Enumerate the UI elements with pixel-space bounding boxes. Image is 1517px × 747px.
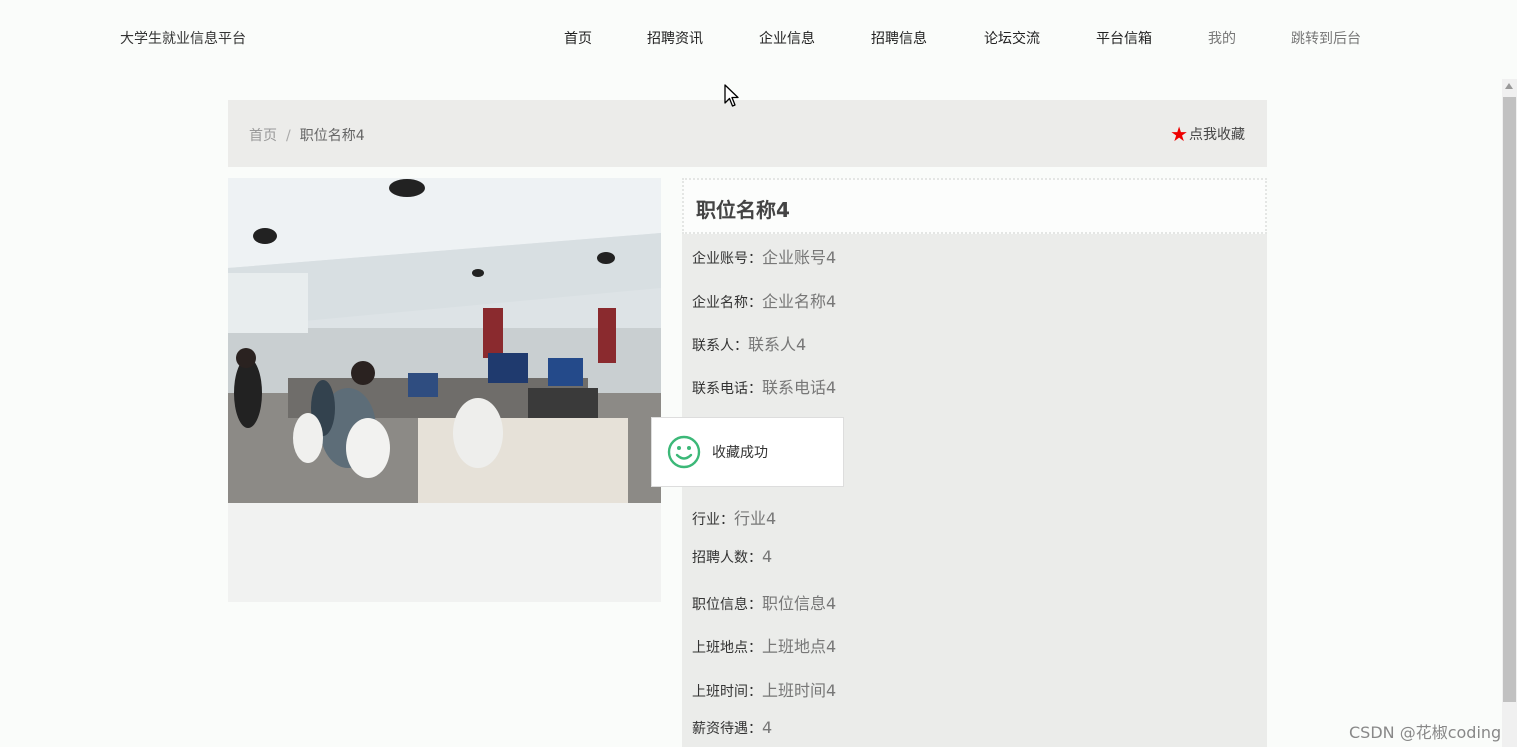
- field-contact: 联系人：联系人4: [692, 331, 806, 355]
- field-phone: 联系电话：联系电话4: [692, 374, 836, 398]
- nav-job-info[interactable]: 招聘信息: [871, 28, 927, 48]
- breadcrumb-home[interactable]: 首页: [249, 128, 277, 144]
- field-job-info: 职位信息：职位信息4: [692, 590, 836, 614]
- field-value: 联系人4: [748, 335, 807, 354]
- field-label: 薪资待遇：: [692, 721, 762, 737]
- nav-forum[interactable]: 论坛交流: [984, 28, 1040, 48]
- photo-panel: [228, 178, 661, 602]
- toast-message: 收藏成功: [651, 417, 844, 487]
- smile-icon: [667, 435, 701, 469]
- field-label: 职位信息：: [692, 597, 762, 613]
- favorite-label: 点我收藏: [1189, 127, 1245, 143]
- field-value: 4: [762, 547, 773, 566]
- breadcrumb: 首页 / 职位名称4: [249, 125, 365, 145]
- field-label: 联系人：: [692, 338, 748, 354]
- field-label: 企业账号：: [692, 251, 762, 267]
- field-label: 行业：: [692, 512, 734, 528]
- field-value: 4: [762, 718, 773, 737]
- field-label: 企业名称：: [692, 295, 762, 311]
- nav-mailbox[interactable]: 平台信箱: [1096, 28, 1152, 48]
- field-work-time: 上班时间：上班时间4: [692, 677, 836, 701]
- nav-recruit-news[interactable]: 招聘资讯: [647, 28, 703, 48]
- field-label: 上班地点：: [692, 640, 762, 656]
- toast-text: 收藏成功: [712, 445, 768, 461]
- watermark: CSDN @花椒coding: [1349, 723, 1502, 742]
- field-value: 企业名称4: [762, 292, 837, 311]
- nav-home[interactable]: 首页: [564, 28, 592, 48]
- nav-company-info[interactable]: 企业信息: [759, 28, 815, 48]
- breadcrumb-bar: 首页 / 职位名称4 ★ 点我收藏: [228, 100, 1267, 167]
- scroll-up-arrow-icon[interactable]: [1505, 83, 1513, 89]
- field-label: 招聘人数：: [692, 550, 762, 566]
- field-label: 联系电话：: [692, 381, 762, 397]
- breadcrumb-separator: /: [286, 128, 291, 144]
- field-industry: 行业：行业4: [692, 505, 776, 529]
- field-company-name: 企业名称：企业名称4: [692, 288, 836, 312]
- top-nav: 首页 招聘资讯 企业信息 招聘信息 论坛交流 平台信箱 我的 跳转到后台: [0, 28, 1517, 48]
- star-icon: ★: [1170, 122, 1188, 146]
- mouse-cursor-icon: [724, 84, 739, 107]
- field-value: 行业4: [734, 509, 777, 528]
- favorite-button[interactable]: ★ 点我收藏: [1170, 124, 1245, 144]
- field-value: 上班时间4: [762, 681, 837, 700]
- field-label: 上班时间：: [692, 684, 762, 700]
- field-company-account: 企业账号：企业账号4: [692, 244, 836, 268]
- field-salary: 薪资待遇：4: [692, 718, 772, 738]
- title-box: 职位名称4: [682, 178, 1267, 234]
- nav-admin[interactable]: 跳转到后台: [1291, 28, 1361, 48]
- field-headcount: 招聘人数：4: [692, 547, 772, 567]
- field-value: 企业账号4: [762, 248, 837, 267]
- field-value: 职位信息4: [762, 594, 837, 613]
- field-value: 上班地点4: [762, 637, 837, 656]
- breadcrumb-current: 职位名称4: [299, 128, 365, 144]
- nav-mine[interactable]: 我的: [1208, 28, 1236, 48]
- job-photo: [228, 178, 661, 503]
- job-title: 职位名称4: [696, 198, 790, 222]
- scrollbar-thumb[interactable]: [1503, 97, 1516, 702]
- field-location: 上班地点：上班地点4: [692, 633, 836, 657]
- field-value: 联系电话4: [762, 378, 837, 397]
